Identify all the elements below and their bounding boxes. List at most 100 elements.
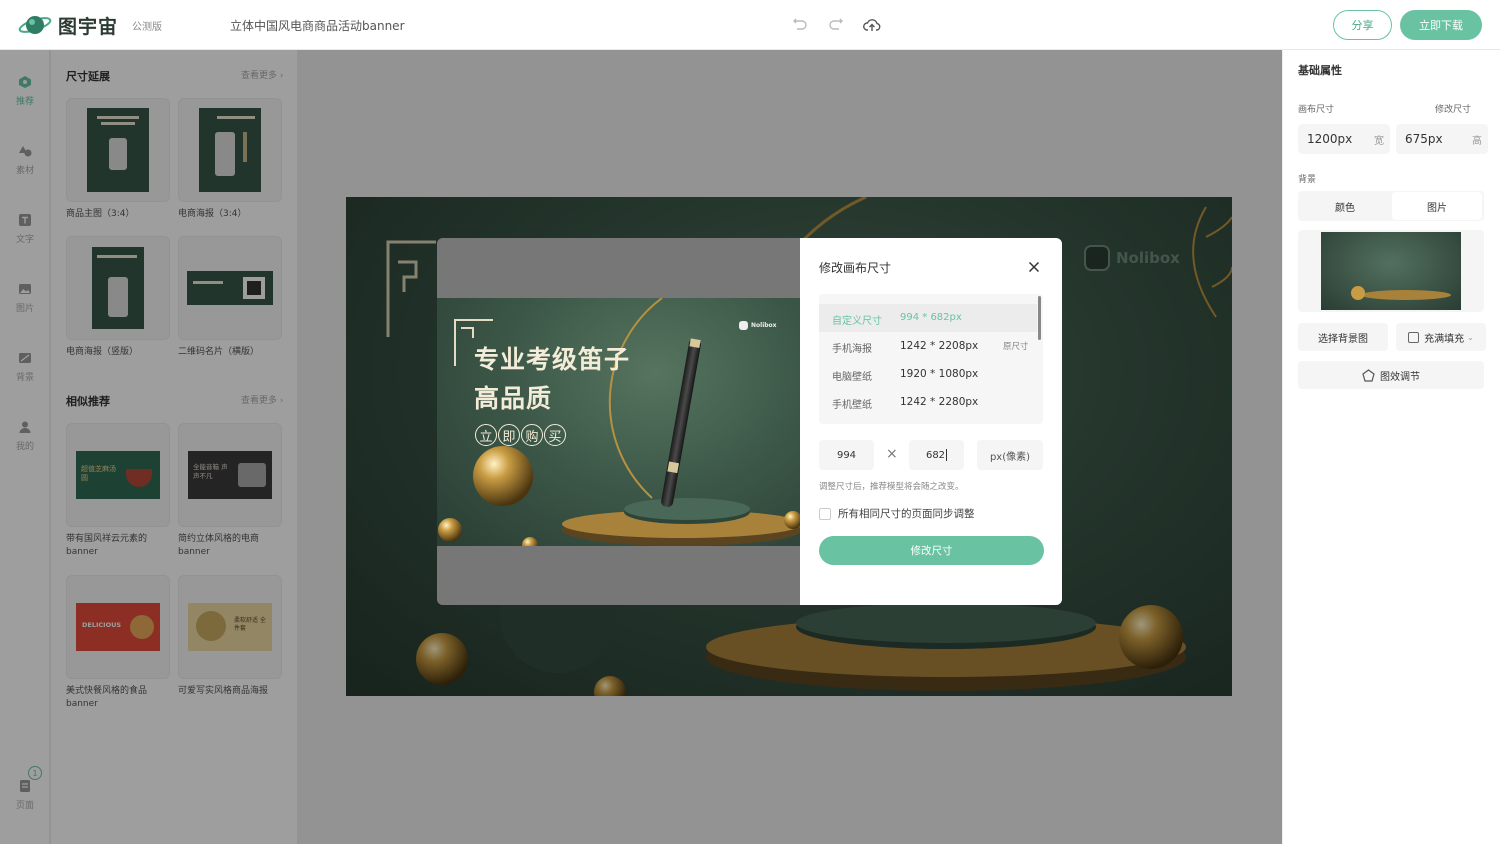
effects-icon <box>1362 368 1375 382</box>
rail-item-recommend[interactable]: 推荐 <box>0 74 50 107</box>
label-line: banner <box>178 547 210 557</box>
preview-art <box>438 298 800 546</box>
template-card[interactable]: 超值芝麻汤圆 <box>66 423 170 527</box>
resize-hint: 调整尺寸后，推荐模型将会随之改变。 <box>819 482 964 492</box>
effects-button[interactable]: 图效调节 <box>1298 361 1484 389</box>
size-preset-desktop-wallpaper[interactable]: 电脑壁纸 1920 * 1080px <box>819 360 1037 388</box>
close-icon[interactable] <box>1026 259 1042 275</box>
template-panel: 尺寸延展 查看更多 › 商品主图（3:4） 电商海报（3:4） 电商海报（竖版）… <box>51 50 297 844</box>
template-card[interactable] <box>178 98 282 202</box>
preset-dims: 994 * 682px <box>900 312 962 323</box>
fill-icon <box>1408 331 1420 343</box>
cloud-upload-icon[interactable] <box>862 15 882 35</box>
cta-char: 即 <box>498 424 520 446</box>
background-tabs: 颜色 图片 <box>1298 191 1484 221</box>
preview-brand-name: Nolibox <box>751 322 777 329</box>
logo[interactable]: 图宇宙 公测版 <box>18 11 162 39</box>
shapes-icon <box>17 143 33 159</box>
height-input-value: 682 <box>925 449 946 461</box>
template-thumbnail <box>187 271 273 305</box>
rail-item-text[interactable]: 文字 <box>0 212 50 245</box>
label-line: 带有国风祥云元素的 <box>66 534 148 544</box>
size-preset-phone-poster[interactable]: 手机海报 1242 * 2208px 原尺寸 <box>819 332 1037 360</box>
left-rail: 推荐 素材 文字 图片 背景 我的 页面 1 <box>0 50 50 844</box>
share-button[interactable]: 分享 <box>1333 10 1392 40</box>
template-card[interactable] <box>66 98 170 202</box>
template-card[interactable]: 全能音箱 声声不凡 <box>178 423 282 527</box>
image-icon <box>17 281 33 297</box>
undo-icon[interactable] <box>790 15 810 35</box>
template-card[interactable] <box>66 236 170 340</box>
unit-select[interactable]: px(像素) <box>977 440 1043 470</box>
thumbnail-text: 全能音箱 声声不凡 <box>193 463 228 480</box>
template-card-label: 简约立体风格的电商 banner <box>178 533 288 559</box>
canvas-width-field[interactable]: 1200px 宽 <box>1298 124 1390 154</box>
redo-icon[interactable] <box>826 15 846 35</box>
times-icon: × <box>886 446 898 462</box>
background-label: 背景 <box>1298 175 1317 185</box>
pages-icon <box>17 778 33 794</box>
view-more-label: 查看更多 <box>241 71 278 81</box>
tab-image[interactable]: 图片 <box>1392 192 1482 220</box>
template-card-label: 电商海报（竖版） <box>66 347 139 357</box>
label-line: 可爱写实风格商品海报 <box>178 686 269 696</box>
apply-resize-button[interactable]: 修改尺寸 <box>819 536 1044 565</box>
template-card-label: 美式快餐风格的食品 banner <box>66 685 176 711</box>
rail-label: 文字 <box>15 235 34 245</box>
user-icon <box>17 419 33 435</box>
chevron-down-icon: ⌄ <box>1467 332 1474 342</box>
rail-item-pages[interactable]: 页面 <box>0 778 50 811</box>
dialog-title: 修改画布尺寸 <box>819 261 892 275</box>
top-bar: 图宇宙 公测版 立体中国风电商商品活动banner 分享 立即下载 <box>0 0 1500 50</box>
rail-item-background[interactable]: 背景 <box>0 350 50 383</box>
tab-color[interactable]: 颜色 <box>1300 192 1390 220</box>
rail-item-mine[interactable]: 我的 <box>0 419 50 452</box>
view-more-link-size[interactable]: 查看更多 › <box>241 68 284 81</box>
document-title[interactable]: 立体中国风电商商品活动banner <box>230 17 405 34</box>
canvas-height-field[interactable]: 675px 高 <box>1396 124 1488 154</box>
width-value: 1200px <box>1307 132 1353 146</box>
preview-brand: Nolibox <box>739 321 777 330</box>
cta-char: 购 <box>521 424 543 446</box>
label-line: banner <box>66 547 98 557</box>
template-card[interactable]: DELICIOUS <box>66 575 170 679</box>
rail-item-images[interactable]: 图片 <box>0 281 50 314</box>
template-card-label: 电商海报（3:4） <box>178 209 247 219</box>
fill-mode-select[interactable]: 充满填充 ⌄ <box>1396 323 1486 351</box>
template-card-label: 带有国风祥云元素的 banner <box>66 533 176 559</box>
section-title-similar: 相似推荐 <box>66 395 110 408</box>
chevron-right-icon: › <box>279 396 284 406</box>
template-thumbnail: 全能音箱 声声不凡 <box>188 451 272 499</box>
size-preset-phone-wallpaper[interactable]: 手机壁纸 1242 * 2280px <box>819 388 1037 416</box>
template-thumbnail: 超值芝麻汤圆 <box>76 451 160 499</box>
sync-pages-option[interactable]: 所有相同尺寸的页面同步调整 <box>819 506 975 521</box>
view-more-link-similar[interactable]: 查看更多 › <box>241 393 284 406</box>
preset-name: 手机海报 <box>832 344 872 355</box>
text-cursor <box>946 449 948 461</box>
background-thumbnail <box>1321 232 1461 310</box>
preview-headline-1: 专业考级笛子 <box>474 345 631 374</box>
size-preset-custom[interactable]: 自定义尺寸 994 * 682px <box>819 304 1037 332</box>
rail-item-materials[interactable]: 素材 <box>0 143 50 176</box>
list-scrollbar[interactable] <box>1038 296 1041 340</box>
properties-panel: 基础属性 画布尺寸 修改尺寸 1200px 宽 675px 高 背景 颜色 图片… <box>1282 50 1500 844</box>
rail-label: 我的 <box>15 442 34 452</box>
sync-pages-checkbox[interactable] <box>819 507 831 520</box>
download-button[interactable]: 立即下载 <box>1400 10 1482 40</box>
pages-count-badge: 1 <box>28 766 42 780</box>
cta-char: 买 <box>544 424 566 446</box>
template-card[interactable]: 柔软舒适 全件套 <box>178 575 282 679</box>
choose-background-button[interactable]: 选择背景图 <box>1298 323 1388 351</box>
preview-headline-2: 高品质 <box>474 384 553 413</box>
rail-label: 页面 <box>15 801 34 811</box>
section-title-size: 尺寸延展 <box>66 70 110 83</box>
width-input[interactable]: 994 <box>819 440 874 470</box>
modify-size-link[interactable]: 修改尺寸 <box>1435 102 1471 115</box>
preset-name: 电脑壁纸 <box>832 372 872 383</box>
height-input[interactable]: 682 <box>909 440 964 470</box>
resize-dialog: 修改画布尺寸 自定义尺寸 994 * 682px 手机海报 1242 * 220… <box>800 238 1062 605</box>
template-card[interactable] <box>178 236 282 340</box>
template-thumbnail <box>199 108 261 192</box>
view-more-label: 查看更多 <box>241 396 278 406</box>
background-preview[interactable] <box>1298 230 1484 312</box>
